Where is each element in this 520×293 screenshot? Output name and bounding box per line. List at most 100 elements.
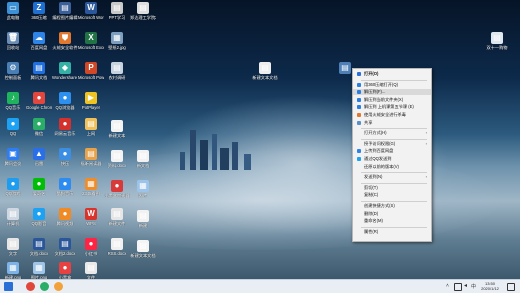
desktop-icon[interactable]: XMicrosoft Excel 2016 [78, 32, 104, 50]
clock[interactable]: 13:50 2020/1/12 [478, 281, 502, 291]
context-menu-item[interactable]: 还原以前的版本(V) [353, 164, 431, 170]
desktop-icon[interactable]: ▭ 此电脑 [0, 2, 26, 20]
context-menu-item[interactable]: 上传到百度网盘 [353, 148, 431, 154]
desktop-icon[interactable]: ▤ 新建文本文档 [130, 240, 156, 258]
desktop-icon[interactable]: ▤ 文档.docx [26, 238, 52, 256]
menu-item-label: 用360压缩打开(Q) [364, 81, 398, 87]
context-menu-item[interactable]: 使用火绒安全进行杀毒 [353, 112, 431, 118]
desktop-icon[interactable]: ▣ 腾讯会议 [0, 148, 26, 166]
notification-icon[interactable] [507, 283, 515, 291]
desktop-icon[interactable]: ● 微信 [26, 118, 52, 136]
desktop-icon[interactable]: ▤ 计算机 [0, 208, 26, 226]
desktop-icon[interactable]: ▤ 农村调研 [104, 62, 130, 80]
desktop-icon[interactable]: ▤ 文字 [0, 238, 26, 256]
context-menu-item[interactable]: 删除(D) [353, 211, 431, 217]
desktop-icon[interactable]: ▦ 新建.png [0, 262, 26, 280]
desktop-icon[interactable]: PMicrosoft PowerPoint [78, 62, 104, 80]
desktop-icon[interactable]: ▤ 双十一购物 [484, 32, 510, 50]
menu-item-label: 解压到(F)... [364, 89, 386, 95]
context-menu-item[interactable]: 解压到(F)... [353, 89, 431, 96]
menu-item-label: 剪切(T) [364, 184, 378, 190]
desktop-icon[interactable]: ▤ 福昕阅读器 [78, 148, 104, 166]
desktop-icon[interactable]: ▤ 新文档 [130, 150, 156, 168]
desktop-icon[interactable]: Z 360压缩 [26, 2, 52, 20]
desktop-icon-glyph: ● [59, 148, 71, 160]
desktop-icon[interactable]: ▦ 壁纸2.jpg [104, 32, 130, 50]
context-menu-item[interactable]: 复制(C) [353, 192, 431, 198]
tray-chevron-icon[interactable]: ˄ [446, 283, 449, 289]
context-menu-item[interactable]: 发送到(N) › [353, 174, 431, 180]
menu-item-label: 通过QQ发送到 [364, 156, 392, 161]
context-menu-item[interactable]: 授予访问权限(G) › [353, 141, 431, 147]
desktop-icon[interactable]: ▤ 上网 [78, 118, 104, 136]
desktop-icon[interactable]: ● QQ浏览器 [52, 92, 78, 110]
desktop-icon[interactable]: W WPS [78, 208, 104, 226]
menu-item-icon [357, 82, 361, 87]
desktop-icon[interactable]: ▶ PotPlayer [78, 92, 104, 110]
desktop-icon[interactable]: ● 网易云音乐 [52, 118, 78, 136]
desktop-icon[interactable]: ▤ 编程图片编辑 [52, 2, 78, 20]
desktop-icon-glyph: ● [33, 92, 45, 104]
desktop-icon-glyph: ▤ [111, 120, 123, 132]
desktop-icon[interactable]: ⚙ 控制面板 [0, 62, 26, 80]
desktop-icon[interactable]: ▤ RSS.docx [104, 238, 130, 256]
desktop-icon[interactable]: ● 爱奇艺 [26, 178, 52, 196]
desktop-icon[interactable]: ▦ 图片.png [26, 262, 52, 280]
desktop-icon[interactable]: ● QQ影音 [26, 208, 52, 226]
ime-icon[interactable]: 中 [471, 283, 476, 290]
desktop-icon[interactable]: ▤ 新建文件 [104, 208, 130, 226]
windows-start-icon[interactable] [4, 282, 13, 291]
desktop-icon[interactable]: ● 小黑盒 [52, 262, 78, 280]
desktop-icon[interactable]: ▲ 迅雷 [26, 148, 52, 166]
qq-browser-icon[interactable] [54, 282, 63, 291]
desktop-icon[interactable]: ● 快压 [52, 148, 78, 166]
desktop-icon[interactable]: ▤ 腾讯文档 [26, 62, 52, 80]
desktop-icon-glyph: ● [33, 178, 45, 190]
context-menu-item[interactable]: 剪切(T) [353, 185, 431, 191]
desktop-icon[interactable]: ▤ 新建文本文档 [252, 62, 278, 80]
context-menu-item[interactable]: 通过QQ发送到 [353, 156, 431, 162]
desktop-icon[interactable]: ◆Wondershare Filmora [52, 62, 78, 80]
desktop-icon-glyph: ⛊ [59, 32, 71, 44]
desktop-icon[interactable]: ▤ 新建 [130, 210, 156, 228]
context-menu-item[interactable]: 创建快捷方式(S) [353, 203, 431, 209]
desktop-icon[interactable]: 🗑 回收站 [0, 32, 26, 50]
desktop-icon[interactable]: ● 酷狗音乐 [52, 178, 78, 196]
desktop-icon[interactable]: ▤ 文档2.docx [52, 238, 78, 256]
volume-icon[interactable]: ◂ [464, 282, 467, 289]
desktop-icon[interactable]: ▤ 文件 [78, 262, 104, 280]
context-menu-item[interactable]: 用360压缩打开(Q) [353, 82, 431, 88]
desktop-icon[interactable]: ▤ 新建文本 [104, 120, 130, 138]
desktop-icon[interactable]: ▤ PPT学习 [104, 2, 130, 20]
desktop-icon[interactable]: ▦ 照片 [130, 180, 156, 198]
context-menu-item[interactable]: 属性(R) [353, 229, 431, 235]
desktop-icon[interactable]: ▤郑达理工学院2019学期 [130, 2, 156, 20]
desktop-icon[interactable]: ☁ 百度网盘 [26, 32, 52, 50]
context-menu-item[interactable]: 重命名(M) [353, 218, 431, 224]
context-menu-item[interactable]: 解压到当前文件夹(X) [353, 97, 431, 103]
context-menu-item[interactable]: 解压到 上机课第五节课 (E) [353, 104, 431, 110]
desktop-icon[interactable]: ●Google Chrome [26, 92, 52, 110]
desktop-icon-glyph: ▤ [7, 208, 19, 220]
context-menu-item[interactable]: 共享 [353, 120, 431, 126]
desktop-icon-label: 新建文本 [108, 133, 126, 138]
desktop-icon[interactable]: WMicrosoft Word 2016 [78, 2, 104, 20]
menu-item-icon [357, 90, 361, 95]
context-menu-item[interactable]: 打开方式(H) › [353, 130, 431, 136]
chrome-icon[interactable] [26, 282, 35, 291]
desktop-icon[interactable]: ● 小黑盒加速器 [104, 180, 130, 198]
wechat-icon[interactable] [40, 282, 49, 291]
desktop-icon-label: QQ音乐 [5, 105, 21, 110]
network-icon[interactable] [454, 283, 462, 291]
desktop-icon[interactable]: ⛊ 火绒安全软件 [52, 32, 78, 50]
desktop-icon[interactable]: ● 小红书 [78, 238, 104, 256]
desktop-icon[interactable]: ● 腾讯视频 [52, 208, 78, 226]
desktop-icon[interactable]: ● QQ [0, 118, 26, 136]
desktop-icon[interactable]: ♪ QQ音乐 [0, 92, 26, 110]
desktop-icon[interactable]: ▤ 资料.docx [104, 150, 130, 168]
context-menu-item[interactable]: 打开(O) [353, 71, 431, 77]
desktop-icon-label: 百度网盘 [30, 45, 48, 50]
desktop-icon[interactable]: ● QQ游戏 [0, 178, 26, 196]
desktop-icon[interactable]: ▦ 2345看图 [78, 178, 104, 196]
submenu-arrow-icon: › [425, 174, 427, 180]
